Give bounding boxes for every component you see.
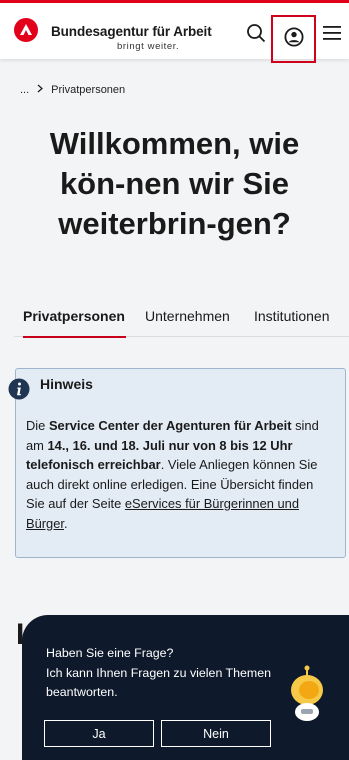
- breadcrumb-ellipsis[interactable]: ...: [20, 84, 29, 96]
- notice-text: Die Service Center der Agenturen für Arb…: [26, 418, 319, 531]
- page-title: Willkommen, wie kön-nen wir Sie weiterbr…: [49, 126, 300, 241]
- notice-title: Hinweis: [40, 376, 93, 392]
- active-tab-indicator: [23, 336, 126, 338]
- chatbot-message: Haben Sie eine Frage? Ich kann Ihnen Fra…: [46, 644, 286, 703]
- brand-tagline: bringt weiter.: [117, 41, 180, 52]
- menu-button[interactable]: [320, 23, 344, 47]
- chat-no-button[interactable]: Nein: [161, 720, 271, 747]
- search-button[interactable]: [244, 23, 268, 47]
- ba-logo-icon[interactable]: [14, 18, 38, 42]
- chevron-right-icon: [37, 84, 44, 96]
- info-icon: [8, 378, 30, 400]
- audience-tabs: Privatpersonen Unternehmen Institutionen: [0, 300, 349, 340]
- chat-yes-button[interactable]: Ja: [44, 720, 154, 747]
- breadcrumb: ... Privatpersonen: [20, 84, 125, 96]
- hamburger-menu-icon: [322, 24, 342, 47]
- breadcrumb-current: Privatpersonen: [51, 84, 126, 96]
- tab-privatpersonen[interactable]: Privatpersonen: [23, 308, 125, 324]
- brand-name[interactable]: Bundesagentur für Arbeit: [51, 24, 212, 39]
- site-header: Bundesagentur für Arbeit bringt weiter.: [0, 3, 349, 63]
- user-account-icon: [283, 26, 304, 52]
- tab-unternehmen[interactable]: Unternehmen: [145, 308, 230, 324]
- notice-bold-service-center: Service Center der Agenturen für Arbeit: [48, 418, 292, 433]
- chatbot-question: Haben Sie eine Frage?: [46, 646, 174, 660]
- robot-assistant-icon[interactable]: [286, 664, 328, 724]
- search-icon: [246, 23, 266, 48]
- account-button[interactable]: [271, 15, 316, 63]
- chatbot-subtitle: Ich kann Ihnen Fragen zu vielen Themen b…: [46, 665, 272, 700]
- tab-institutionen[interactable]: Institutionen: [254, 308, 330, 324]
